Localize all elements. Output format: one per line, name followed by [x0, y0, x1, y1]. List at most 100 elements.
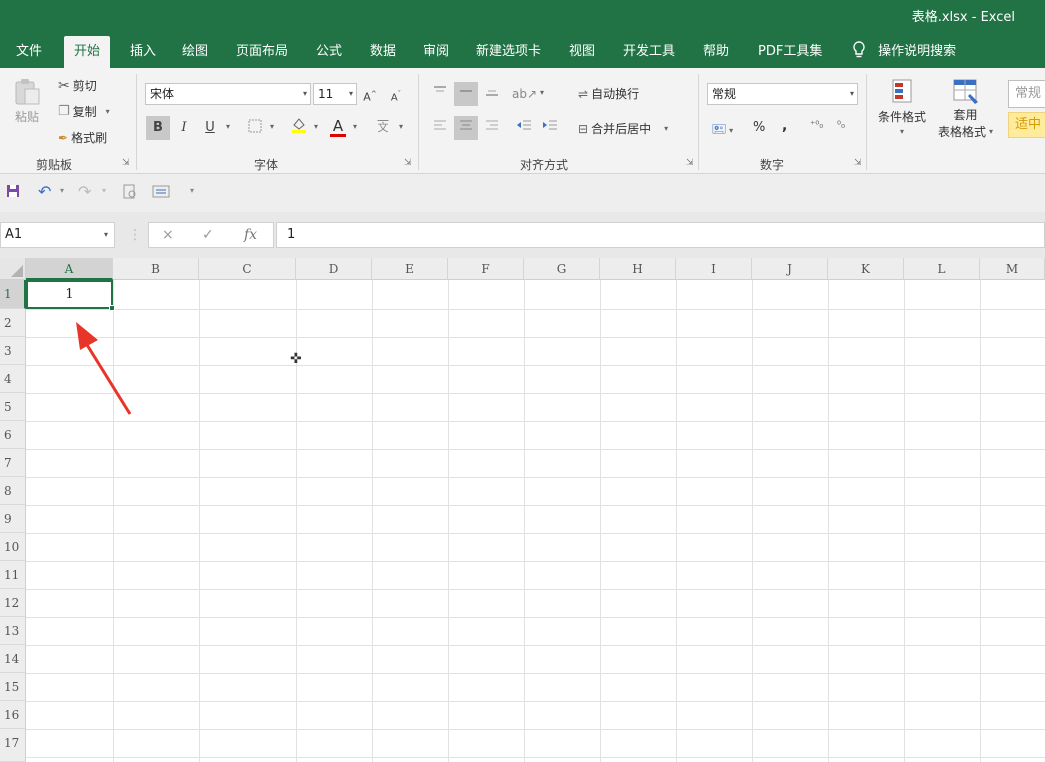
column-header-i[interactable]: I — [676, 258, 752, 280]
align-center-button[interactable] — [454, 116, 478, 140]
row-header-15[interactable]: 15 — [0, 673, 26, 701]
copy-button[interactable]: ❐ 复制 ▾ — [58, 103, 110, 120]
font-launcher-icon[interactable]: ⇲ — [404, 158, 412, 168]
tell-me-search[interactable]: 操作说明搜索 — [852, 36, 956, 68]
decrease-decimal-button[interactable]: ⁰₀ — [837, 120, 845, 131]
tab-home[interactable]: 开始 — [64, 36, 111, 68]
row-header-11[interactable]: 11 — [0, 561, 26, 589]
tab-new-tab[interactable]: 新建选项卡 — [474, 36, 543, 68]
underline-dropdown-icon[interactable]: ▾ — [226, 122, 230, 131]
tab-file[interactable]: 文件 — [14, 36, 44, 68]
comma-button[interactable]: , — [782, 118, 787, 134]
tab-formulas[interactable]: 公式 — [314, 36, 344, 68]
insert-function-button[interactable]: fx — [244, 222, 257, 248]
print-preview-icon[interactable] — [122, 184, 138, 204]
row-header-1[interactable]: 1 — [0, 280, 26, 309]
cut-button[interactable]: ✂ 剪切 — [58, 77, 97, 94]
border-dropdown-icon[interactable]: ▾ — [270, 122, 274, 131]
row-header-10[interactable]: 10 — [0, 533, 26, 561]
cancel-entry-button[interactable]: × — [162, 222, 174, 248]
underline-button[interactable]: U — [198, 116, 222, 140]
row-header-8[interactable]: 8 — [0, 477, 26, 505]
italic-button[interactable]: I — [172, 116, 196, 140]
clipboard-launcher-icon[interactable]: ⇲ — [122, 158, 130, 168]
orientation-dropdown-icon[interactable]: ▾ — [540, 88, 544, 97]
row-header-17[interactable]: 17 — [0, 729, 26, 762]
column-header-c[interactable]: C — [199, 258, 296, 280]
worksheet-grid[interactable]: A B C D E F G H I J K L M 1 2 3 4 5 6 7 … — [0, 258, 1045, 762]
save-icon[interactable] — [6, 184, 20, 202]
tab-review[interactable]: 审阅 — [421, 36, 451, 68]
align-left-button[interactable] — [428, 116, 452, 140]
border-button[interactable] — [243, 116, 267, 140]
orientation-button[interactable]: ab↗ — [512, 82, 537, 106]
undo-icon[interactable]: ↶ — [38, 182, 51, 201]
fill-color-dropdown-icon[interactable]: ▾ — [314, 122, 318, 131]
cell-style-neutral[interactable]: 适中 — [1008, 112, 1045, 138]
column-header-a[interactable]: A — [26, 258, 113, 280]
font-name-select[interactable]: 宋体 ▾ — [145, 83, 311, 105]
number-launcher-icon[interactable]: ⇲ — [854, 158, 862, 168]
fill-handle[interactable] — [109, 305, 115, 311]
accounting-format-button[interactable]: 🖭 ▾ — [712, 120, 733, 141]
customize-qat-icon[interactable]: ▾ — [190, 186, 194, 195]
column-header-f[interactable]: F — [448, 258, 524, 280]
column-header-l[interactable]: L — [904, 258, 980, 280]
phonetic-button[interactable]: 文 — [371, 116, 395, 140]
conditional-formatting-button[interactable]: 条件格式 ▾ — [878, 78, 926, 136]
font-size-select[interactable]: 11 ▾ — [313, 83, 357, 105]
tab-pdf-tools[interactable]: PDF工具集 — [756, 36, 824, 68]
align-top-button[interactable] — [428, 82, 452, 106]
column-header-g[interactable]: G — [524, 258, 600, 280]
redo-icon[interactable]: ↷ — [78, 182, 91, 201]
row-header-6[interactable]: 6 — [0, 421, 26, 449]
tab-data[interactable]: 数据 — [368, 36, 398, 68]
format-as-table-button[interactable]: 套用 表格格式 ▾ — [938, 78, 993, 140]
column-header-h[interactable]: H — [600, 258, 676, 280]
column-header-e[interactable]: E — [372, 258, 448, 280]
tab-insert[interactable]: 插入 — [128, 36, 158, 68]
percent-button[interactable]: % — [753, 120, 765, 135]
row-header-14[interactable]: 14 — [0, 645, 26, 673]
merge-center-button[interactable]: ⊟ 合并后居中 ▾ — [578, 120, 668, 137]
row-header-9[interactable]: 9 — [0, 505, 26, 533]
tab-draw[interactable]: 绘图 — [180, 36, 210, 68]
alignment-launcher-icon[interactable]: ⇲ — [686, 158, 694, 168]
row-header-2[interactable]: 2 — [0, 309, 26, 337]
column-header-k[interactable]: K — [828, 258, 904, 280]
tab-developer[interactable]: 开发工具 — [621, 36, 677, 68]
tab-view[interactable]: 视图 — [567, 36, 597, 68]
row-header-16[interactable]: 16 — [0, 701, 26, 729]
column-header-m[interactable]: M — [980, 258, 1045, 280]
tab-help[interactable]: 帮助 — [701, 36, 731, 68]
fill-color-button[interactable] — [287, 116, 311, 140]
grow-font-button[interactable]: A^ — [358, 82, 382, 106]
undo-dropdown-icon[interactable]: ▾ — [60, 186, 64, 195]
redo-dropdown-icon[interactable]: ▾ — [102, 186, 106, 195]
shrink-font-button[interactable]: Aˇ — [384, 82, 408, 106]
decrease-indent-button[interactable] — [512, 116, 536, 140]
tab-page-layout[interactable]: 页面布局 — [234, 36, 290, 68]
row-header-5[interactable]: 5 — [0, 393, 26, 421]
bold-button[interactable]: B — [146, 116, 170, 140]
increase-decimal-button[interactable]: ⁺⁰₀ — [810, 120, 823, 131]
font-color-button[interactable]: A — [326, 114, 350, 138]
formula-input[interactable]: 1 — [276, 222, 1045, 248]
row-header-12[interactable]: 12 — [0, 589, 26, 617]
phonetic-dropdown-icon[interactable]: ▾ — [399, 122, 403, 131]
font-color-dropdown-icon[interactable]: ▾ — [353, 122, 357, 131]
cell-style-normal[interactable]: 常规 — [1008, 80, 1045, 108]
active-cell-a1[interactable]: 1 — [26, 280, 115, 311]
column-header-j[interactable]: J — [752, 258, 828, 280]
wrap-text-button[interactable]: ⇌ 自动换行 — [578, 85, 639, 102]
row-header-3[interactable]: 3 — [0, 337, 26, 365]
form-icon[interactable] — [152, 184, 170, 204]
align-bottom-button[interactable] — [480, 82, 504, 106]
increase-indent-button[interactable] — [538, 116, 562, 140]
row-header-7[interactable]: 7 — [0, 449, 26, 477]
format-painter-button[interactable]: ✒ 格式刷 — [58, 129, 107, 146]
paste-button[interactable]: 粘贴 — [12, 78, 42, 125]
align-right-button[interactable] — [480, 116, 504, 140]
align-middle-button[interactable] — [454, 82, 478, 106]
name-box[interactable]: A1 ▾ — [0, 222, 115, 248]
